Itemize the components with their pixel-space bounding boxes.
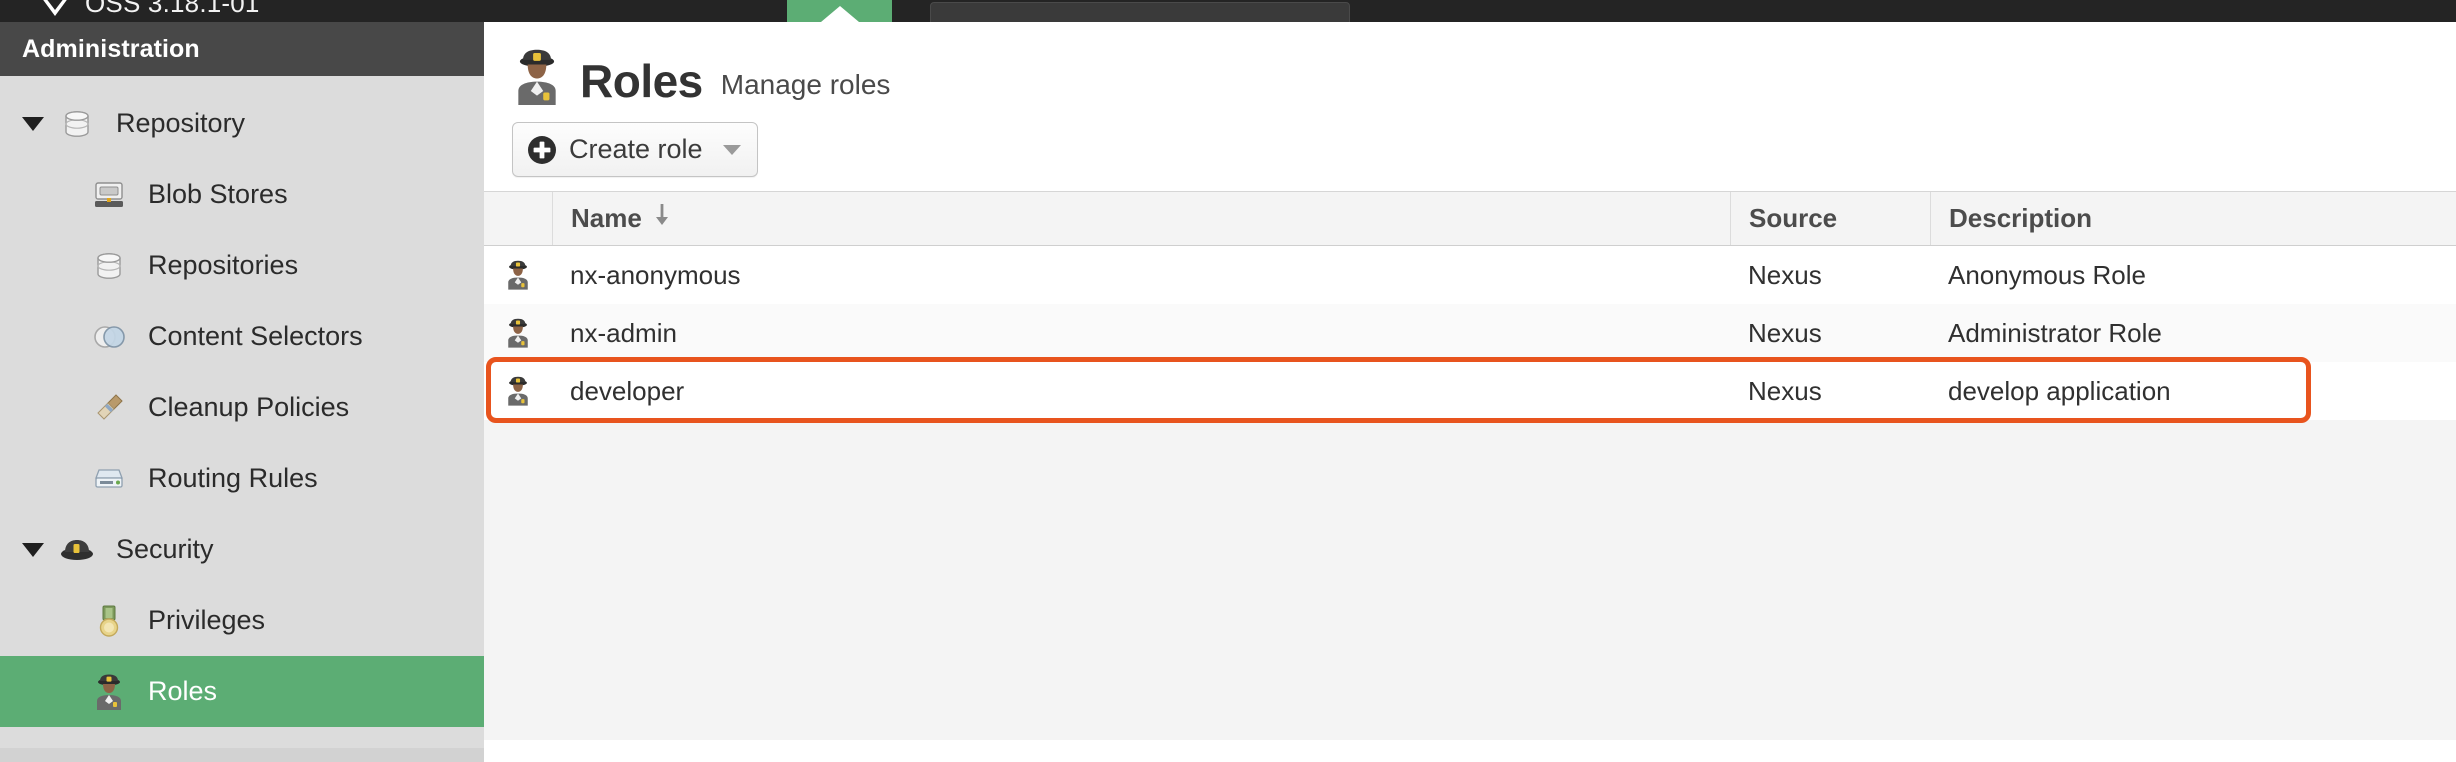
chevron-down-icon[interactable] bbox=[722, 144, 741, 155]
sidebar-item-content-selectors[interactable]: Content Selectors bbox=[0, 301, 484, 372]
main-content: Roles Manage roles Create role Name Sour… bbox=[484, 22, 2456, 762]
sidebar-item-roles[interactable]: Roles bbox=[0, 656, 484, 727]
page-subtitle: Manage roles bbox=[720, 69, 891, 100]
role-name: developer bbox=[570, 375, 685, 406]
top-bar: OSS 3.18.1-01 bbox=[0, 0, 2456, 22]
sidebar-item-repositories[interactable]: Repositories bbox=[0, 230, 484, 301]
sidebar: Administration Repository Blob Stores Re… bbox=[0, 22, 484, 762]
database-icon bbox=[56, 103, 98, 145]
police-officer-icon bbox=[88, 671, 130, 713]
role-description: Administrator Role bbox=[1948, 317, 2162, 348]
application-window: OSS 3.18.1-01 Administration Repository … bbox=[0, 0, 2456, 762]
police-hat-icon bbox=[56, 529, 98, 571]
database-icon bbox=[88, 245, 130, 287]
caret-down-icon[interactable] bbox=[18, 109, 48, 139]
table-header-source-label: Source bbox=[1749, 203, 1838, 233]
table-row-selected[interactable]: developer Nexus develop application bbox=[484, 357, 2456, 423]
sidebar-nav-list: Repository Blob Stores Repositories Cont… bbox=[0, 76, 484, 727]
sidebar-item-label: Content Selectors bbox=[148, 321, 363, 351]
caret-down-icon[interactable] bbox=[18, 535, 48, 565]
police-officer-icon bbox=[512, 49, 562, 113]
table-row[interactable]: nx-admin Nexus Administrator Role bbox=[484, 304, 2456, 362]
role-name: nx-admin bbox=[570, 317, 677, 348]
sidebar-item-repository[interactable]: Repository bbox=[0, 88, 484, 159]
sidebar-item-blob-stores[interactable]: Blob Stores bbox=[0, 159, 484, 230]
role-description: develop application bbox=[1948, 375, 2171, 406]
sidebar-item-label: Routing Rules bbox=[148, 463, 318, 493]
role-name: nx-anonymous bbox=[570, 259, 741, 290]
table-header-description-label: Description bbox=[1949, 203, 2093, 233]
active-section-tab[interactable] bbox=[787, 0, 892, 22]
router-icon bbox=[88, 458, 130, 500]
table-empty-area bbox=[484, 420, 2456, 740]
role-source: Nexus bbox=[1748, 317, 1822, 348]
sidebar-item-label: Blob Stores bbox=[148, 179, 288, 209]
table-header-source[interactable]: Source bbox=[1730, 192, 1930, 245]
sidebar-item-label: Roles bbox=[148, 676, 218, 706]
table-header-description[interactable]: Description bbox=[1930, 192, 2456, 245]
sidebar-header: Administration bbox=[0, 22, 484, 76]
sidebar-item-label: Cleanup Policies bbox=[148, 392, 350, 422]
sidebar-item-label: Security bbox=[116, 534, 214, 564]
role-source: Nexus bbox=[1748, 375, 1822, 406]
sidebar-item-label: Repositories bbox=[148, 250, 299, 280]
sidebar-item-cleanup-policies[interactable]: Cleanup Policies bbox=[0, 372, 484, 443]
table-header-name-label: Name bbox=[571, 203, 642, 233]
sidebar-item-label: Privileges bbox=[148, 605, 266, 635]
broom-icon bbox=[88, 387, 130, 429]
page-header: Roles Manage roles bbox=[484, 22, 2456, 114]
active-tab-pointer-icon bbox=[820, 6, 859, 22]
product-version-label: OSS 3.18.1-01 bbox=[85, 0, 260, 18]
roles-table: Name Source Description nx-anonymous Nex… bbox=[484, 191, 2456, 740]
sidebar-header-title: Administration bbox=[22, 34, 200, 63]
create-role-label: Create role bbox=[569, 134, 703, 164]
sidebar-item-security[interactable]: Security bbox=[0, 514, 484, 585]
create-role-button[interactable]: Create role bbox=[512, 122, 758, 177]
role-description: Anonymous Role bbox=[1948, 259, 2146, 290]
table-header-row: Name Source Description bbox=[484, 191, 2456, 246]
role-icon bbox=[484, 246, 552, 304]
toolbar: Create role bbox=[484, 114, 2456, 191]
medal-icon bbox=[88, 600, 130, 642]
table-header-name[interactable]: Name bbox=[552, 192, 1730, 245]
role-icon bbox=[484, 304, 552, 362]
page-title: Roles bbox=[580, 55, 703, 107]
global-search-input[interactable] bbox=[930, 2, 1350, 22]
nexus-logo-icon[interactable] bbox=[38, 0, 72, 20]
table-header-icon bbox=[484, 192, 552, 245]
role-source: Nexus bbox=[1748, 259, 1822, 290]
sidebar-item-privileges[interactable]: Privileges bbox=[0, 585, 484, 656]
table-row[interactable]: nx-anonymous Nexus Anonymous Role bbox=[484, 246, 2456, 304]
content-selector-icon bbox=[88, 316, 130, 358]
sidebar-item-label: Repository bbox=[116, 108, 246, 138]
plus-circle-icon bbox=[527, 135, 557, 165]
sort-down-arrow-icon bbox=[654, 203, 670, 234]
role-icon bbox=[484, 362, 552, 420]
sidebar-bottom-strip bbox=[0, 748, 484, 762]
sidebar-item-routing-rules[interactable]: Routing Rules bbox=[0, 443, 484, 514]
blob-store-icon bbox=[88, 174, 130, 216]
